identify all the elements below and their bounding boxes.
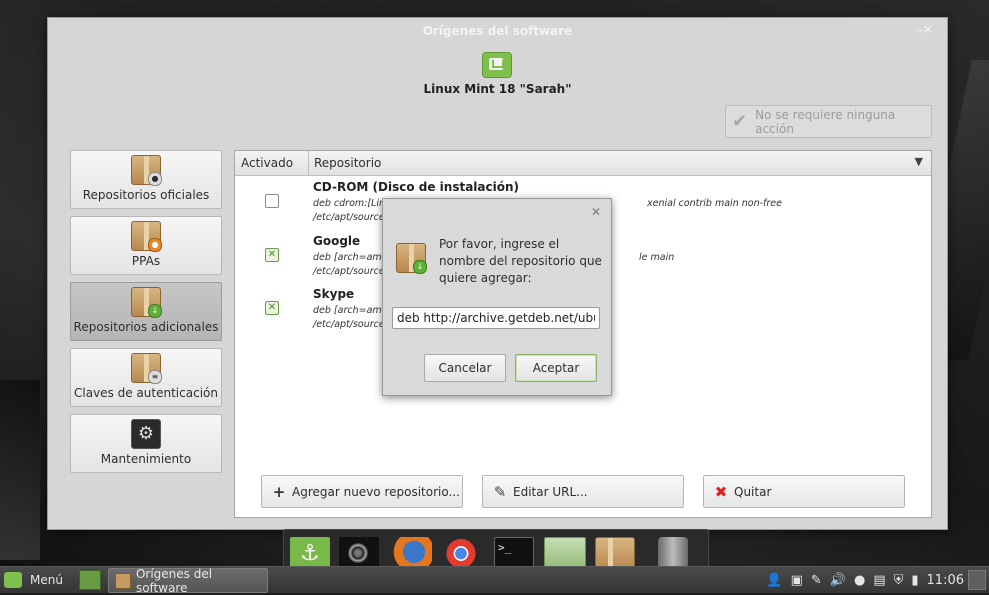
add-repository-button[interactable]: + Agregar nuevo repositorio... [261, 475, 463, 508]
system-tray: 👤 ▣ ✎ 🔊 ● ▤ ⛨ ▮ 11:06 [762, 570, 989, 590]
clock[interactable]: 11:06 [927, 573, 964, 588]
tool-icon[interactable]: ✎ [811, 573, 822, 588]
column-header-repository[interactable]: Repositorio [314, 156, 381, 170]
repo-name: CD-ROM (Disco de instalación) [313, 180, 520, 194]
package-key-icon: ≡ [131, 353, 162, 384]
taskbar: Menú Orígenes del software 👤 ▣ ✎ 🔊 ● ▤ ⛨… [0, 566, 989, 595]
menu-label: Menú [30, 573, 63, 587]
shield-icon[interactable]: ⛨ [894, 573, 904, 588]
package-icon [115, 572, 131, 589]
sidebar-item-ppas[interactable]: ● PPAs [70, 216, 222, 275]
remove-button[interactable]: ✖ Quitar [703, 475, 905, 508]
volume-icon[interactable]: 🔊 [830, 573, 846, 588]
menu-button[interactable]: Menú [4, 570, 63, 590]
workspace-switcher[interactable] [968, 570, 986, 590]
distro-name: Linux Mint 18 "Sarah" [423, 82, 572, 96]
package-add-icon: ↓ [131, 287, 162, 318]
repo-source-line-end: le main [639, 252, 675, 263]
package-official-icon: ● [131, 155, 162, 186]
accept-button[interactable]: Aceptar [515, 354, 597, 382]
repository-input[interactable] [392, 307, 600, 329]
window-titlebar[interactable]: Orígenes del software – ✕ [48, 18, 947, 46]
add-repository-dialog: ✕ ↓ Por favor, ingrese el nombre del rep… [382, 198, 612, 396]
table-header: Activado Repositorio ▼ [235, 151, 931, 176]
sidebar-item-additional-repos[interactable]: ↓ Repositorios adicionales [70, 282, 222, 341]
add-repository-label: Agregar nuevo repositorio... [292, 484, 460, 499]
remove-label: Quitar [734, 484, 772, 499]
update-manager-icon[interactable]: ▣ [791, 573, 803, 588]
power-icon[interactable]: ▮ [911, 573, 918, 588]
checkmark-icon: ✔ [732, 111, 748, 132]
repo-source-line: deb [arch=ama [313, 252, 388, 263]
mint-menu-icon [4, 572, 22, 588]
repo-name: Google [313, 234, 361, 248]
window-title: Orígenes del software [422, 24, 573, 38]
package-ppa-icon: ● [131, 221, 162, 252]
repo-source-line: deb cdrom:[Lin [313, 198, 386, 209]
cancel-button[interactable]: Cancelar [424, 354, 506, 382]
repo-file-path: /etc/apt/source [313, 266, 385, 277]
sort-down-icon[interactable]: ▼ [915, 155, 923, 168]
no-action-button[interactable]: ✔ No se requiere ninguna acción [725, 105, 932, 138]
repo-file-path: /etc/apt/source [313, 212, 385, 223]
repo-source-line-end: xenial contrib main non-free [647, 198, 782, 209]
enabled-checkbox[interactable]: ✕ [265, 301, 279, 315]
plus-icon: + [272, 482, 286, 501]
sidebar-item-label: Mantenimiento [100, 452, 192, 466]
column-header-enabled[interactable]: Activado [241, 156, 293, 170]
dialog-message: Por favor, ingrese el nombre del reposit… [439, 237, 602, 285]
sidebar-item-label: Claves de autenticación [74, 386, 218, 400]
close-icon[interactable]: ✕ [920, 23, 936, 39]
enabled-checkbox[interactable]: ✕ [265, 248, 279, 262]
sidebar-item-label: Repositorios oficiales [82, 188, 210, 202]
dock: ⚓ >_ [283, 529, 709, 572]
sidebar-item-official-repos[interactable]: ● Repositorios oficiales [70, 150, 222, 209]
package-add-icon: ↓ [396, 243, 427, 274]
messaging-icon[interactable]: ● [854, 573, 865, 588]
repo-source-line: deb [arch=ama [313, 305, 388, 316]
edit-url-label: Editar URL... [513, 484, 588, 499]
pencil-icon: ✎ [493, 482, 507, 501]
sidebar-item-label: PPAs [131, 254, 161, 268]
sidebar-item-maintenance[interactable]: ⚙ Mantenimiento [70, 414, 222, 473]
edit-url-button[interactable]: ✎ Editar URL... [482, 475, 684, 508]
sidebar-item-auth-keys[interactable]: ≡ Claves de autenticación [70, 348, 222, 407]
close-icon[interactable]: ✕ [591, 205, 601, 219]
repo-file-path: /etc/apt/source [313, 319, 385, 330]
repo-name: Skype [313, 287, 355, 301]
taskbar-item-label: Orígenes del software [135, 566, 213, 595]
network-icon[interactable]: ▤ [873, 573, 885, 588]
enabled-checkbox[interactable] [265, 194, 279, 208]
taskbar-item-software-sources[interactable]: Orígenes del software [108, 566, 268, 595]
remove-x-icon: ✖ [714, 482, 728, 501]
user-icon[interactable]: 👤 [766, 573, 782, 588]
linux-mint-logo-icon [482, 52, 512, 78]
sidebar-item-label: Repositorios adicionales [73, 320, 219, 334]
no-action-label: No se requiere ninguna acción [755, 107, 896, 136]
show-desktop-icon[interactable] [79, 570, 101, 590]
desktop-wallpaper-shape [0, 380, 40, 560]
maintenance-icon: ⚙ [131, 419, 161, 449]
